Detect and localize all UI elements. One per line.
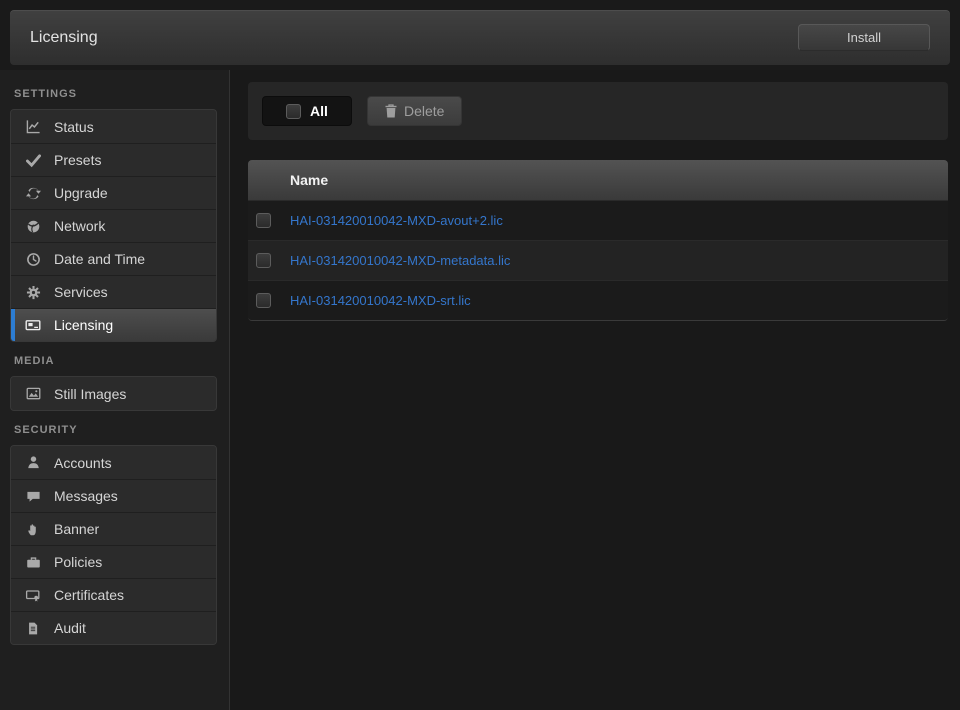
license-file-link[interactable]: HAI-031420010042-MXD-srt.lic — [290, 293, 471, 308]
sidebar-item-accounts[interactable]: Accounts — [11, 446, 216, 479]
license-card-icon — [25, 317, 41, 333]
license-file-link[interactable]: HAI-031420010042-MXD-avout+2.lic — [290, 213, 503, 228]
install-button[interactable]: Install — [798, 24, 930, 51]
sidebar-item-label: Certificates — [54, 587, 124, 603]
section-label-settings: SETTINGS — [14, 88, 229, 100]
sidebar-item-licensing[interactable]: Licensing — [11, 308, 216, 341]
table-header-row: Name — [248, 160, 948, 200]
certificate-icon — [25, 587, 41, 603]
main-layout: SETTINGS Status Presets Upgrade — [0, 70, 960, 710]
globe-icon — [25, 218, 41, 234]
sidebar-item-label: Messages — [54, 488, 118, 504]
sidebar-item-label: Licensing — [54, 317, 113, 333]
gear-icon — [25, 284, 41, 300]
trash-icon — [385, 104, 397, 118]
nav-group-security: Accounts Messages Banner Policies — [10, 445, 217, 645]
nav-group-media: Still Images — [10, 376, 217, 411]
table-row: HAI-031420010042-MXD-avout+2.lic — [248, 200, 948, 240]
sidebar-item-presets[interactable]: Presets — [11, 143, 216, 176]
list-toolbar: All Delete — [248, 82, 948, 140]
sidebar-item-label: Network — [54, 218, 105, 234]
briefcase-icon — [25, 554, 41, 570]
section-label-media: MEDIA — [14, 355, 229, 367]
sidebar-item-label: Still Images — [54, 386, 126, 402]
sidebar-item-label: Presets — [54, 152, 101, 168]
table-row: HAI-031420010042-MXD-srt.lic — [248, 280, 948, 320]
row-checkbox[interactable] — [256, 253, 271, 268]
sidebar-item-upgrade[interactable]: Upgrade — [11, 176, 216, 209]
sidebar-item-still-images[interactable]: Still Images — [11, 377, 216, 410]
section-label-security: SECURITY — [14, 424, 229, 436]
sidebar-item-label: Status — [54, 119, 94, 135]
refresh-icon — [25, 185, 41, 201]
nav-group-settings: Status Presets Upgrade Network — [10, 109, 217, 342]
sidebar-item-messages[interactable]: Messages — [11, 479, 216, 512]
select-all-checkbox[interactable] — [286, 104, 301, 119]
sidebar-item-label: Accounts — [54, 455, 112, 471]
license-file-link[interactable]: HAI-031420010042-MXD-metadata.lic — [290, 253, 510, 268]
sidebar-item-banner[interactable]: Banner — [11, 512, 216, 545]
document-icon — [25, 620, 41, 636]
sidebar-item-policies[interactable]: Policies — [11, 545, 216, 578]
speech-bubble-icon — [25, 488, 41, 504]
sidebar-item-audit[interactable]: Audit — [11, 611, 216, 644]
delete-label: Delete — [404, 103, 444, 119]
page-header: Licensing Install — [10, 10, 950, 65]
sidebar-item-label: Banner — [54, 521, 99, 537]
page-title: Licensing — [30, 29, 98, 47]
hand-icon — [25, 521, 41, 537]
sidebar-item-label: Date and Time — [54, 251, 145, 267]
sidebar-item-label: Upgrade — [54, 185, 108, 201]
person-icon — [25, 455, 41, 471]
main-content: All Delete Name HAI-031420010042-MXD-avo… — [230, 70, 960, 710]
sidebar-item-services[interactable]: Services — [11, 275, 216, 308]
line-chart-icon — [25, 119, 41, 135]
sidebar: SETTINGS Status Presets Upgrade — [0, 70, 230, 710]
sidebar-item-network[interactable]: Network — [11, 209, 216, 242]
table-row: HAI-031420010042-MXD-metadata.lic — [248, 240, 948, 280]
sidebar-item-status[interactable]: Status — [11, 110, 216, 143]
column-header-name: Name — [248, 172, 328, 188]
clock-icon — [25, 251, 41, 267]
sidebar-item-label: Audit — [54, 620, 86, 636]
sidebar-item-certificates[interactable]: Certificates — [11, 578, 216, 611]
check-icon — [25, 152, 41, 168]
row-checkbox[interactable] — [256, 293, 271, 308]
sidebar-item-date-and-time[interactable]: Date and Time — [11, 242, 216, 275]
license-table: Name HAI-031420010042-MXD-avout+2.lic HA… — [248, 160, 948, 321]
delete-button[interactable]: Delete — [367, 96, 462, 126]
image-icon — [25, 386, 41, 402]
sidebar-item-label: Policies — [54, 554, 102, 570]
select-all-label: All — [310, 103, 328, 119]
sidebar-item-label: Services — [54, 284, 108, 300]
select-all-button[interactable]: All — [262, 96, 352, 126]
row-checkbox[interactable] — [256, 213, 271, 228]
